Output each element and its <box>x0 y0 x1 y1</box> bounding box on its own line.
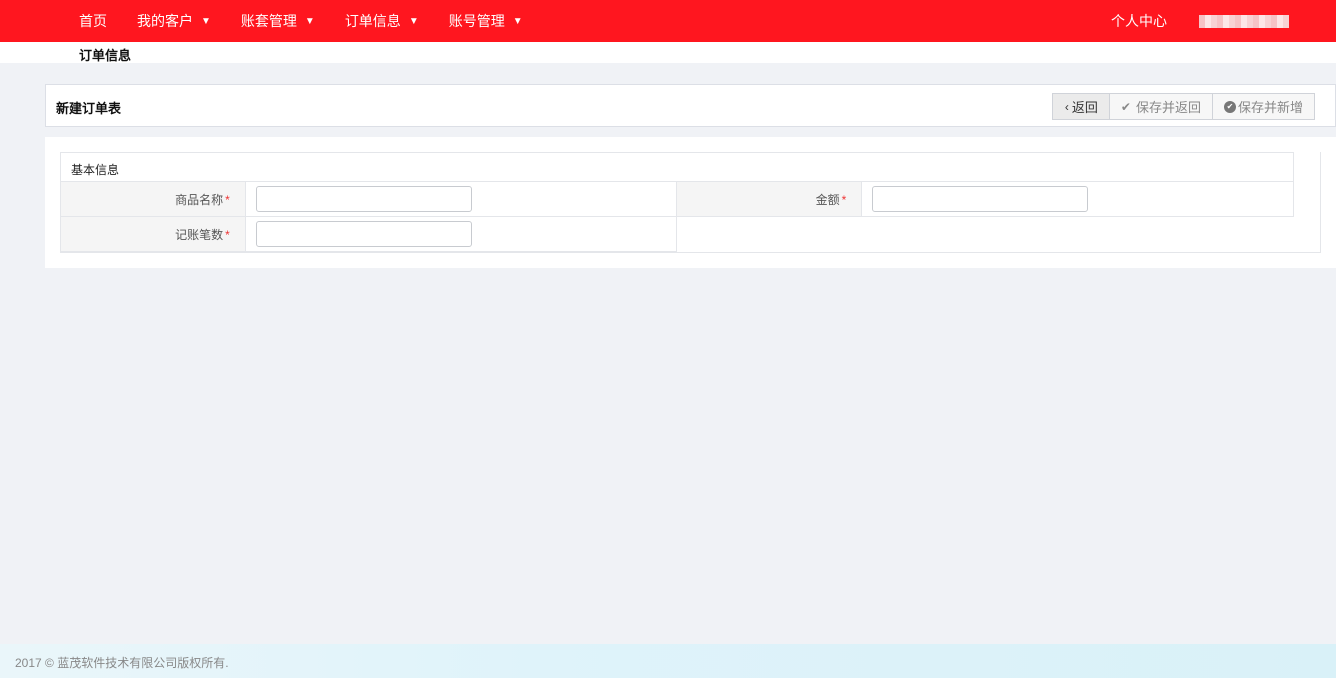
action-buttons: ‹ 返回 ✔ 保存并返回 ✔ 保存并新增 <box>1051 93 1315 120</box>
breadcrumb-bar: 订单信息 <box>0 42 1336 63</box>
check-icon: ✔ <box>1120 99 1131 114</box>
save-return-button[interactable]: ✔ 保存并返回 <box>1109 93 1213 120</box>
label-text: 商品名称 <box>175 192 224 207</box>
nav-item-home[interactable]: 首页 <box>79 11 107 31</box>
nav-right: 个人中心 <box>1111 0 1336 42</box>
required-mark: * <box>225 227 230 242</box>
field-cell <box>244 181 678 217</box>
section-header: 基本信息 <box>60 152 1294 182</box>
label-text: 记账笔数 <box>175 227 224 242</box>
back-button[interactable]: ‹ 返回 <box>1051 93 1110 120</box>
form-panel: 基本信息 商品名称 * 金额 * 记账笔数 * <box>45 137 1336 268</box>
check-circle-icon: ✔ <box>1223 100 1236 113</box>
required-mark: * <box>841 192 847 207</box>
empty-cell <box>676 216 1294 252</box>
back-button-label: 返回 <box>1071 100 1098 115</box>
caret-down-icon: ▼ <box>201 15 211 27</box>
form-row: 记账笔数 * <box>60 216 1294 252</box>
nav-item-label: 账套管理 <box>240 13 297 29</box>
chevron-left-icon: ‹ <box>1064 99 1069 114</box>
form-title-bar: 新建订单表 ‹ 返回 ✔ 保存并返回 ✔ 保存并新增 <box>45 84 1336 127</box>
top-navbar: 首页 我的客户 ▼ 账套管理 ▼ 订单信息 ▼ 账号管理 ▼ 个人中心 <box>0 0 1336 42</box>
panel-divider <box>60 252 1321 253</box>
nav-item-orders[interactable]: 订单信息 ▼ <box>345 11 419 31</box>
save-new-button[interactable]: ✔ 保存并新增 <box>1212 93 1315 120</box>
personal-center-link[interactable]: 个人中心 <box>1111 11 1167 31</box>
nav-item-label: 账号管理 <box>448 13 505 29</box>
caret-down-icon: ▼ <box>512 15 523 27</box>
copyright-text: 2017 © 蓝茂软件技术有限公司版权所有. <box>15 656 229 670</box>
nav-item-account-manage[interactable]: 账号管理 ▼ <box>449 11 523 31</box>
footer: 2017 © 蓝茂软件技术有限公司版权所有. <box>0 644 1336 678</box>
nav-item-label: 我的客户 <box>137 13 193 29</box>
caret-down-icon: ▼ <box>304 15 315 27</box>
amount-input[interactable] <box>872 186 1089 212</box>
nav-item-label: 订单信息 <box>344 13 401 29</box>
required-mark: * <box>225 192 230 207</box>
field-cell <box>244 216 678 252</box>
field-cell <box>861 181 1294 217</box>
nav-item-customers[interactable]: 我的客户 ▼ <box>137 11 211 31</box>
panel-divider <box>1320 152 1321 253</box>
save-new-label: 保存并新增 <box>1237 100 1303 115</box>
main-nav: 首页 我的客户 ▼ 账套管理 ▼ 订单信息 ▼ 账号管理 ▼ <box>79 0 553 42</box>
username-blurred[interactable] <box>1199 14 1289 28</box>
field-label-entry-count: 记账笔数 * <box>60 216 246 252</box>
nav-item-accounts-set[interactable]: 账套管理 ▼ <box>241 11 315 31</box>
form-table: 商品名称 * 金额 * 记账笔数 * <box>60 181 1294 252</box>
field-label-amount: 金额 * <box>676 181 863 217</box>
product-name-input[interactable] <box>255 186 472 212</box>
entry-count-input[interactable] <box>255 221 472 247</box>
page-title: 新建订单表 <box>56 101 122 116</box>
save-return-label: 保存并返回 <box>1135 100 1201 115</box>
breadcrumb: 订单信息 <box>79 48 132 63</box>
label-text: 金额 <box>815 192 840 207</box>
caret-down-icon: ▼ <box>408 15 419 27</box>
nav-item-label: 首页 <box>79 13 107 29</box>
section-title: 基本信息 <box>71 163 120 177</box>
field-label-product-name: 商品名称 * <box>60 181 246 217</box>
form-row: 商品名称 * 金额 * <box>60 181 1294 217</box>
